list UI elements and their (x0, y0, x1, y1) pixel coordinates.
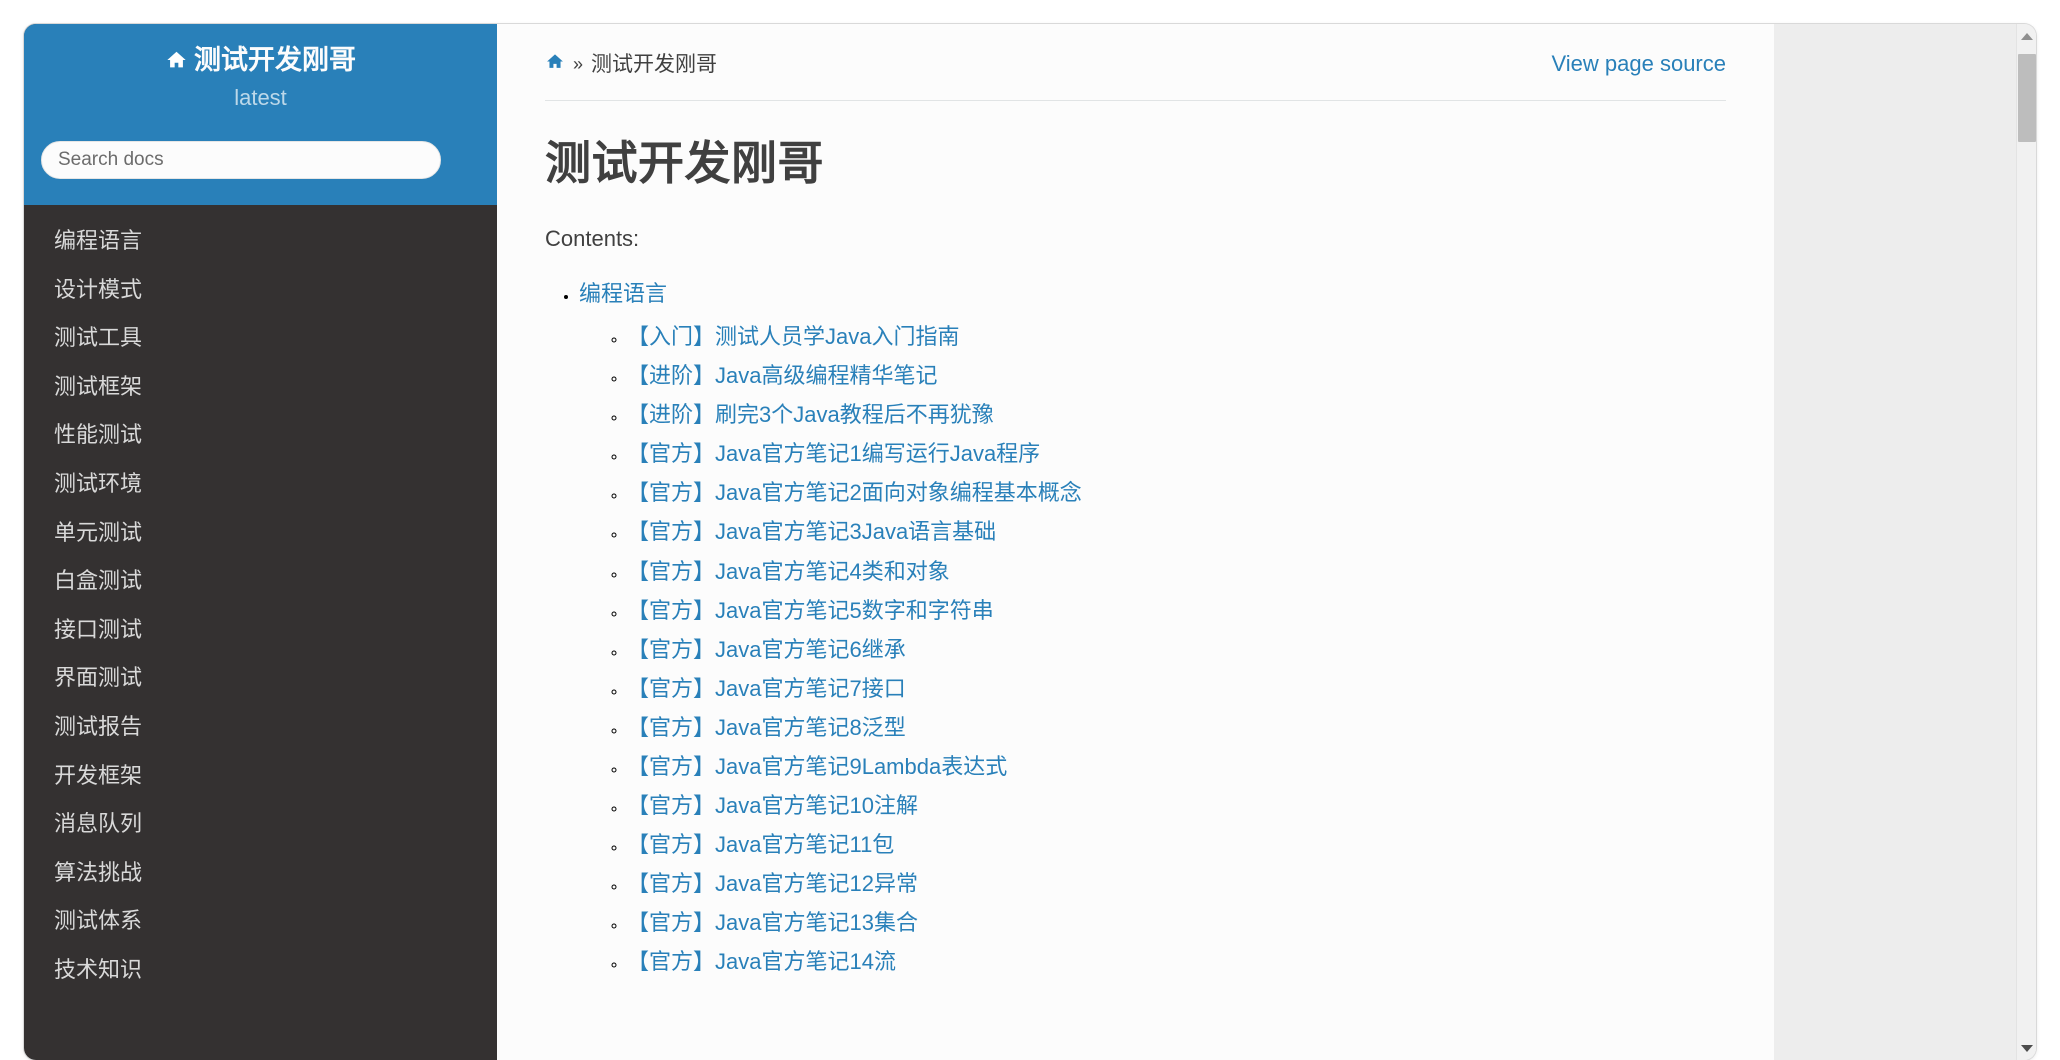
right-gutter (1774, 24, 2036, 1060)
sidebar-item-4[interactable]: 性能测试 (24, 411, 497, 460)
chevron-up-icon[interactable] (2017, 26, 2036, 46)
sidebar-item-8[interactable]: 接口测试 (24, 606, 497, 655)
sidebar-item-link-测试报告[interactable]: 测试报告 (24, 703, 497, 752)
toctree-l2: 【官方】Java官方笔记12异常 (627, 867, 1726, 901)
sidebar-item-link-设计模式[interactable]: 设计模式 (24, 266, 497, 315)
sidebar-item-3[interactable]: 测试框架 (24, 363, 497, 412)
brand-title: 测试开发刚哥 (194, 45, 356, 75)
toctree-l2-link-0[interactable]: 【入门】测试人员学Java入门指南 (627, 324, 959, 349)
sidebar-item-link-测试体系[interactable]: 测试体系 (24, 897, 497, 946)
sidebar-item-link-消息队列[interactable]: 消息队列 (24, 800, 497, 849)
sidebar-item-12[interactable]: 消息队列 (24, 800, 497, 849)
sidebar-header: 测试开发刚哥 latest (24, 24, 497, 205)
toctree-l2: 【官方】Java官方笔记4类和对象 (627, 555, 1726, 589)
sidebar-item-14[interactable]: 测试体系 (24, 897, 497, 946)
toctree-l2-link-13[interactable]: 【官方】Java官方笔记11包 (627, 832, 894, 857)
search-form (41, 141, 441, 179)
view-page-source-link[interactable]: View page source (1552, 51, 1727, 77)
toctree-l2: 【进阶】刷完3个Java教程后不再犹豫 (627, 398, 1726, 432)
version-label: latest (234, 85, 287, 111)
toctree-l2-link-2[interactable]: 【进阶】刷完3个Java教程后不再犹豫 (627, 402, 994, 427)
sidebar-item-link-性能测试[interactable]: 性能测试 (24, 411, 497, 460)
toctree-l2: 【官方】Java官方笔记1编写运行Java程序 (627, 437, 1726, 471)
chevron-down-icon[interactable] (2017, 1038, 2036, 1058)
toctree-l2-link-8[interactable]: 【官方】Java官方笔记6继承 (627, 637, 906, 662)
sidebar-item-link-单元测试[interactable]: 单元测试 (24, 509, 497, 558)
toctree-l2: 【官方】Java官方笔记11包 (627, 828, 1726, 862)
sidebar-item-11[interactable]: 开发框架 (24, 752, 497, 801)
breadcrumb-home-link[interactable] (545, 51, 565, 78)
document-body: 测试开发刚哥 Contents: 编程语言 【入门】测试人员学Java入门指南 … (497, 101, 1774, 979)
toctree-l2: 【官方】Java官方笔记14流 (627, 945, 1726, 979)
sidebar-item-link-编程语言[interactable]: 编程语言 (24, 217, 497, 266)
toctree-l2: 【官方】Java官方笔记13集合 (627, 906, 1726, 940)
toctree-l2: 【官方】Java官方笔记7接口 (627, 672, 1726, 706)
toctree-l2-link-11[interactable]: 【官方】Java官方笔记9Lambda表达式 (627, 754, 1007, 779)
sidebar-item-link-测试工具[interactable]: 测试工具 (24, 314, 497, 363)
toctree-l2-link-4[interactable]: 【官方】Java官方笔记2面向对象编程基本概念 (627, 480, 1082, 505)
toctree-l2-link-3[interactable]: 【官方】Java官方笔记1编写运行Java程序 (627, 441, 1040, 466)
sidebar-item-link-开发框架[interactable]: 开发框架 (24, 752, 497, 801)
toctree-l2-link-6[interactable]: 【官方】Java官方笔记4类和对象 (627, 559, 950, 584)
sidebar-item-13[interactable]: 算法挑战 (24, 849, 497, 898)
browser-window: 测试开发刚哥 latest 编程语言 设计模式 测试工具 测试框架 性能测试 测… (24, 24, 2036, 1060)
toctree-l2-list: 【入门】测试人员学Java入门指南 【进阶】Java高级编程精华笔记 【进阶】刷… (579, 320, 1726, 980)
toctree-l1: 编程语言 【入门】测试人员学Java入门指南 【进阶】Java高级编程精华笔记 … (579, 277, 1726, 980)
sidebar-item-link-测试框架[interactable]: 测试框架 (24, 363, 497, 412)
breadcrumb-separator: » (573, 53, 584, 74)
toctree-l2-link-1[interactable]: 【进阶】Java高级编程精华笔记 (627, 363, 937, 388)
sidebar-item-link-测试环境[interactable]: 测试环境 (24, 460, 497, 509)
home-icon (165, 46, 188, 78)
vertical-scrollbar[interactable] (2016, 24, 2036, 1060)
toctree-l2-link-5[interactable]: 【官方】Java官方笔记3Java语言基础 (627, 519, 996, 544)
toctree-l2: 【官方】Java官方笔记5数字和字符串 (627, 594, 1726, 628)
main-content: » 测试开发刚哥 View page source 测试开发刚哥 Content… (497, 24, 1774, 1060)
toctree-l2-link-16[interactable]: 【官方】Java官方笔记14流 (627, 949, 896, 974)
sidebar-item-15[interactable]: 技术知识 (24, 946, 497, 995)
toctree-l2: 【官方】Java官方笔记8泛型 (627, 711, 1726, 745)
toctree-l2: 【官方】Java官方笔记9Lambda表达式 (627, 750, 1726, 784)
scrollbar-thumb[interactable] (2018, 54, 2036, 142)
toctree-l1-link-编程语言[interactable]: 编程语言 (579, 281, 667, 306)
search-input[interactable] (41, 141, 441, 179)
toctree-l2: 【官方】Java官方笔记2面向对象编程基本概念 (627, 476, 1726, 510)
toctree-l2: 【官方】Java官方笔记3Java语言基础 (627, 515, 1726, 549)
breadcrumbs-row: » 测试开发刚哥 View page source (545, 51, 1727, 102)
sidebar-item-2[interactable]: 测试工具 (24, 314, 497, 363)
toctree-l2: 【入门】测试人员学Java入门指南 (627, 320, 1726, 354)
sidebar-item-link-接口测试[interactable]: 接口测试 (24, 606, 497, 655)
toctree: 编程语言 【入门】测试人员学Java入门指南 【进阶】Java高级编程精华笔记 … (545, 277, 1726, 980)
home-icon (545, 51, 565, 78)
sidebar-item-link-界面测试[interactable]: 界面测试 (24, 654, 497, 703)
brand-link[interactable]: 测试开发刚哥 (24, 24, 497, 78)
contents-label: Contents: (545, 226, 640, 252)
toctree-l2-link-7[interactable]: 【官方】Java官方笔记5数字和字符串 (627, 598, 994, 623)
toctree-l2-link-12[interactable]: 【官方】Java官方笔记10注解 (627, 793, 918, 818)
sidebar-item-7[interactable]: 白盒测试 (24, 557, 497, 606)
sidebar-item-0[interactable]: 编程语言 (24, 217, 497, 266)
toctree-l2-link-10[interactable]: 【官方】Java官方笔记8泛型 (627, 715, 906, 740)
sidebar-item-5[interactable]: 测试环境 (24, 460, 497, 509)
toctree-l2-link-9[interactable]: 【官方】Java官方笔记7接口 (627, 676, 906, 701)
breadcrumb: » 测试开发刚哥 (545, 51, 717, 78)
toctree-l2: 【官方】Java官方笔记10注解 (627, 789, 1726, 823)
breadcrumb-current: 测试开发刚哥 (591, 53, 718, 76)
sidebar-item-link-算法挑战[interactable]: 算法挑战 (24, 849, 497, 898)
breadcrumbs-bar: » 测试开发刚哥 View page source (497, 24, 1774, 102)
documentation-page: 测试开发刚哥 latest 编程语言 设计模式 测试工具 测试框架 性能测试 测… (24, 24, 2036, 1060)
sidebar-item-link-白盒测试[interactable]: 白盒测试 (24, 557, 497, 606)
sidebar-item-1[interactable]: 设计模式 (24, 266, 497, 315)
toctree-l2: 【官方】Java官方笔记6继承 (627, 633, 1726, 667)
sidebar-item-6[interactable]: 单元测试 (24, 509, 497, 558)
toctree-l2-link-14[interactable]: 【官方】Java官方笔记12异常 (627, 871, 918, 896)
sidebar-item-10[interactable]: 测试报告 (24, 703, 497, 752)
page-title: 测试开发刚哥 (545, 137, 824, 190)
toctree-l2: 【进阶】Java高级编程精华笔记 (627, 359, 1726, 393)
sidebar-navigation: 测试开发刚哥 latest 编程语言 设计模式 测试工具 测试框架 性能测试 测… (24, 24, 497, 1060)
sidebar-item-9[interactable]: 界面测试 (24, 654, 497, 703)
sidebar-item-link-技术知识[interactable]: 技术知识 (24, 946, 497, 995)
toctree-l2-link-15[interactable]: 【官方】Java官方笔记13集合 (627, 910, 918, 935)
sidebar-menu: 编程语言 设计模式 测试工具 测试框架 性能测试 测试环境 单元测试 白盒测试 … (24, 205, 497, 995)
